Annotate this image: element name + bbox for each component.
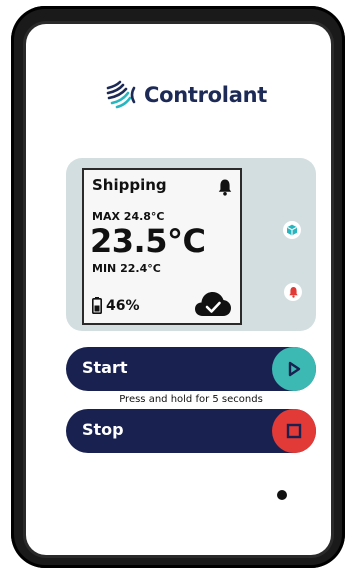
min-value: 22.4°C (120, 262, 161, 275)
shipping-status: Shipping (92, 176, 167, 194)
brand-name: Controlant (144, 83, 267, 107)
cloud-check-icon (195, 292, 231, 316)
controlant-logo-icon (106, 80, 136, 109)
stop-icon (286, 423, 302, 439)
press-hint: Press and hold for 5 seconds (119, 394, 263, 405)
stop-button[interactable]: Stop (66, 409, 316, 453)
brand-logo: Controlant (106, 80, 267, 110)
cube-icon (287, 224, 297, 236)
stop-circle (272, 409, 316, 453)
bell-icon (218, 179, 232, 196)
battery-icon (92, 297, 102, 314)
start-button[interactable]: Start (66, 347, 316, 391)
current-temperature: 23.5°C (90, 222, 206, 260)
status-led (277, 490, 287, 500)
play-icon (288, 361, 301, 377)
start-label: Start (82, 358, 128, 377)
min-label: MIN (92, 262, 117, 275)
min-temperature: MIN 22.4°C (92, 262, 161, 275)
lcd-screen: Shipping MAX 24.8°C 23.5°C MIN 22.4°C 46… (82, 168, 242, 325)
shipment-button[interactable] (283, 221, 301, 239)
battery-level: 46% (106, 297, 140, 314)
battery-indicator: 46% (92, 297, 140, 314)
start-circle (272, 347, 316, 391)
alarm-button[interactable] (284, 283, 302, 301)
stop-label: Stop (82, 420, 124, 439)
alarm-bell-icon (288, 287, 298, 298)
